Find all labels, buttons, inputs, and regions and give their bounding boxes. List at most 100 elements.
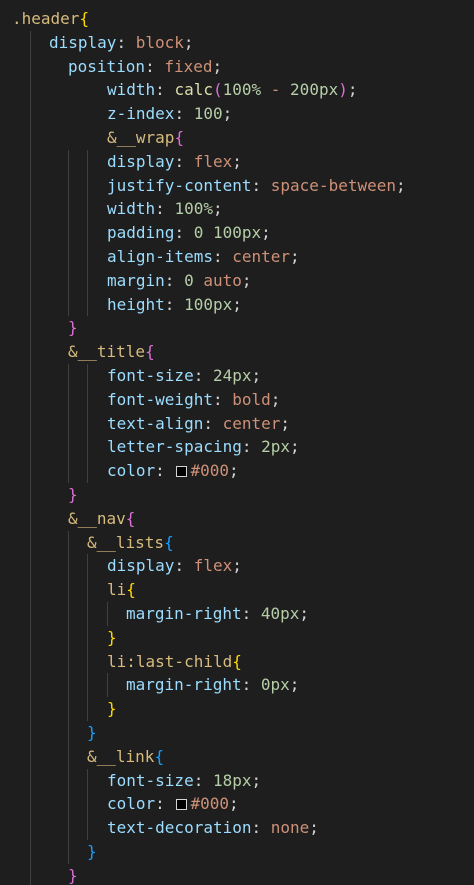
code-token: space-between <box>270 175 396 195</box>
code-token: ; <box>396 175 406 195</box>
code-token: : <box>155 794 175 814</box>
code-line: height: 100px; <box>107 293 242 317</box>
code-token: ; <box>183 32 194 52</box>
code-token: ; <box>290 437 300 457</box>
code-line: color: #000; <box>107 459 239 483</box>
code-line: font-weight: bold; <box>107 388 280 412</box>
code-token: : <box>164 294 185 314</box>
indent-guide <box>68 364 69 483</box>
code-token: none <box>270 818 310 838</box>
code-token: font-weight <box>107 389 213 409</box>
code-token: 100% <box>174 199 213 219</box>
code-token: ; <box>232 556 242 576</box>
code-token: : <box>212 389 233 409</box>
code-token: } <box>107 699 117 719</box>
code-line: .header{ <box>12 7 89 31</box>
indent-guide <box>87 364 88 483</box>
code-token: { <box>232 651 242 671</box>
code-token: ; <box>347 80 358 100</box>
code-token: flex <box>193 151 233 171</box>
color-swatch[interactable] <box>176 799 188 811</box>
code-token: justify-content <box>107 175 252 195</box>
code-token: : <box>212 247 233 266</box>
code-token: : <box>174 223 194 243</box>
code-token: 200px <box>290 80 339 100</box>
code-token: ( <box>212 80 223 100</box>
code-line: justify-content: space-between; <box>107 174 406 198</box>
code-token: ; <box>299 604 310 623</box>
code-token: ; <box>309 818 319 838</box>
code-token: 40px <box>260 604 300 623</box>
code-line: font-size: 24px; <box>107 364 261 388</box>
code-token: { <box>164 532 174 552</box>
code-token: } <box>87 723 97 742</box>
code-token: - <box>261 80 291 100</box>
code-token: block <box>135 32 184 52</box>
code-token: : <box>145 56 165 76</box>
code-token: margin-right <box>126 604 242 623</box>
code-line: &__link{ <box>87 745 164 769</box>
code-editor[interactable]: .header{display: block; position: fixed; w… <box>0 0 474 885</box>
code-token: ; <box>289 675 300 695</box>
code-line: } <box>107 626 117 650</box>
code-line: &__lists{ <box>87 531 174 555</box>
code-token: align-items <box>107 247 213 266</box>
code-token: &__lists <box>87 532 165 552</box>
code-line: &__title{ <box>68 340 155 364</box>
code-token: ; <box>212 199 223 219</box>
code-line: } <box>107 697 117 721</box>
code-token: fixed <box>164 56 213 76</box>
code-token: display <box>107 151 175 171</box>
code-token: center <box>232 247 291 266</box>
code-line: &__nav{ <box>68 507 135 531</box>
code-line: align-items: center; <box>107 245 300 269</box>
code-token: 100 <box>193 104 223 124</box>
code-line: width: 100%; <box>107 197 223 221</box>
code-token: 0px <box>260 675 290 695</box>
code-line: position: fixed; <box>68 55 222 79</box>
code-token: ; <box>222 104 233 124</box>
code-token: &__link <box>87 746 155 766</box>
code-token: &__title <box>68 342 146 362</box>
code-token: &__nav <box>68 508 126 528</box>
code-line: } <box>87 721 97 745</box>
indent-guide <box>107 602 108 626</box>
code-token: } <box>87 842 97 861</box>
code-token: ; <box>228 461 239 481</box>
code-token: ; <box>261 223 271 243</box>
code-line: color: #000; <box>107 792 239 816</box>
code-token: font-size <box>107 770 194 790</box>
code-token: &__wrap <box>107 128 175 147</box>
code-token: ; <box>232 294 242 314</box>
code-token: position <box>68 56 146 76</box>
code-token: ; <box>290 247 300 266</box>
code-token: 100px <box>212 223 262 243</box>
code-line: margin-right: 0px; <box>126 673 299 697</box>
code-token: li <box>107 580 127 600</box>
code-token: #000 <box>190 461 229 481</box>
code-line: margin-right: 40px; <box>126 602 309 626</box>
code-token: : <box>241 437 262 457</box>
code-token: { <box>145 342 155 362</box>
code-token: text-align <box>107 413 204 433</box>
color-swatch[interactable] <box>176 466 188 478</box>
code-line: margin: 0 auto; <box>107 269 252 293</box>
code-token: 0 <box>184 270 194 290</box>
indent-guide <box>87 554 88 721</box>
code-token: ; <box>212 56 223 76</box>
code-line: z-index: 100; <box>107 102 232 126</box>
code-token: .header <box>12 9 80 28</box>
code-line: text-decoration: none; <box>107 816 319 840</box>
code-line: letter-spacing: 2px; <box>107 435 300 459</box>
code-line: } <box>87 840 97 864</box>
code-token: { <box>174 128 185 147</box>
code-token: : <box>174 104 194 124</box>
code-line: display: flex; <box>107 150 242 174</box>
code-token: { <box>125 508 136 528</box>
indent-guide <box>68 530 69 864</box>
code-line: li:last-child{ <box>107 650 242 674</box>
code-line: li{ <box>107 578 136 602</box>
code-token: color <box>107 461 156 481</box>
code-token: display <box>107 556 175 576</box>
